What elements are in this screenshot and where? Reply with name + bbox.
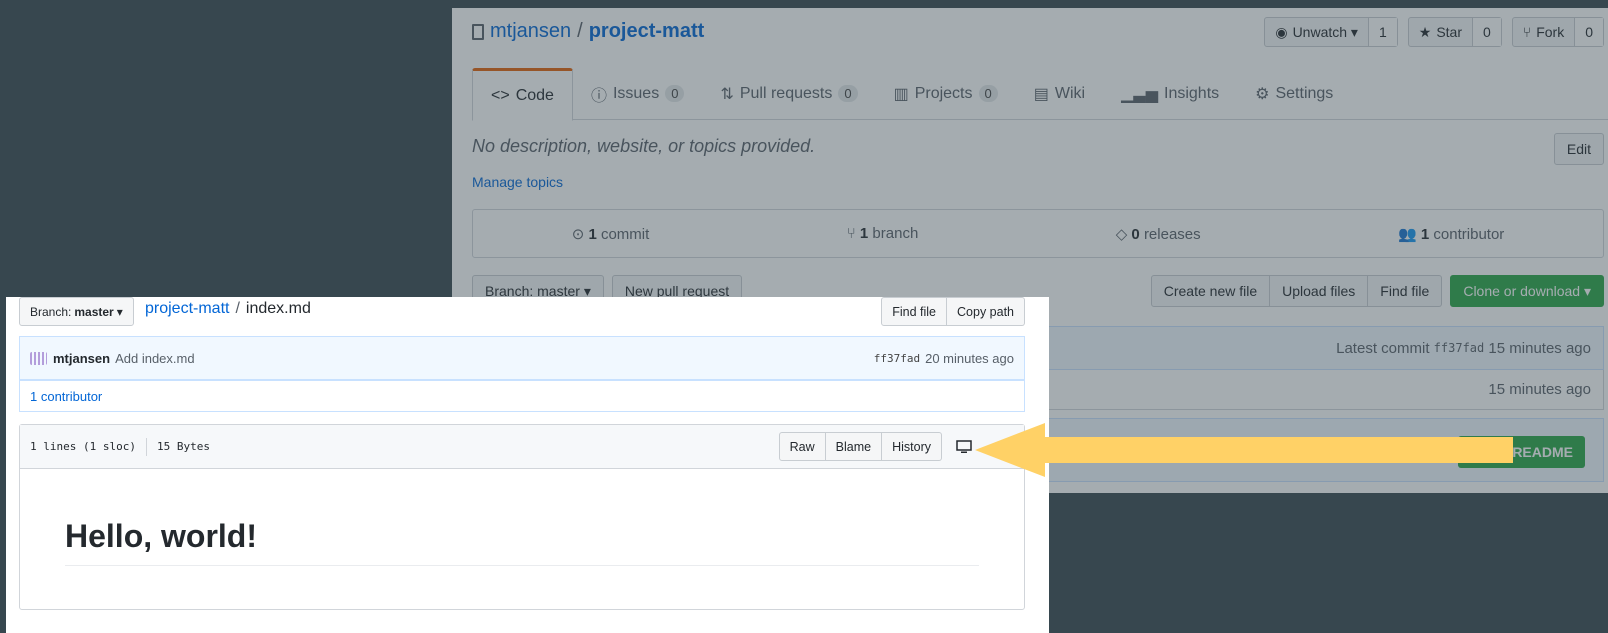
commit-sha-link[interactable]: ff37fad (874, 352, 920, 365)
breadcrumb-file: index.md (245, 300, 311, 317)
commit-author-link[interactable]: mtjansen (53, 351, 110, 366)
history-button[interactable]: History (882, 432, 942, 461)
branch-label: Branch: (30, 304, 72, 319)
file-nav-bar: Branch: master ▾ project-matt / index.md… (19, 297, 1025, 327)
file-size: 15 Bytes (156, 440, 210, 453)
commit-time: 20 minutes ago (925, 350, 1014, 366)
branch-name: master (74, 304, 114, 319)
monitor-icon (956, 439, 972, 453)
arrow-shape (975, 423, 1513, 477)
branch-select-button[interactable]: Branch: master ▾ (19, 297, 134, 326)
breadcrumb: project-matt / index.md (145, 300, 311, 318)
open-desktop-button[interactable] (950, 435, 978, 459)
find-file-button[interactable]: Find file (881, 297, 948, 326)
annotation-arrow (975, 423, 1513, 477)
commit-message-link[interactable]: Add index.md (115, 351, 195, 366)
contributors-link[interactable]: 1 contributor (19, 380, 1025, 412)
breadcrumb-repo-link[interactable]: project-matt (145, 300, 229, 318)
file-content-box: 1 lines (1 sloc) 15 Bytes Raw Blame Hist… (19, 424, 1025, 610)
breadcrumb-separator: / (235, 300, 240, 317)
commit-tease: mtjansen Add index.md ff37fad 20 minutes… (19, 336, 1025, 380)
file-header: 1 lines (1 sloc) 15 Bytes Raw Blame Hist… (20, 425, 1024, 469)
raw-button[interactable]: Raw (778, 432, 826, 461)
file-info-divider (145, 437, 147, 456)
file-line-count: 1 lines (1 sloc) (30, 440, 136, 453)
rendered-markdown: Hello, world! (20, 518, 1024, 566)
avatar[interactable] (30, 351, 47, 365)
file-view-panel: Branch: master ▾ project-matt / index.md… (6, 297, 1049, 633)
copy-path-button[interactable]: Copy path (947, 297, 1025, 326)
markdown-heading: Hello, world! (65, 518, 979, 566)
blame-button[interactable]: Blame (825, 432, 883, 461)
caret-down-icon: ▾ (116, 304, 123, 319)
